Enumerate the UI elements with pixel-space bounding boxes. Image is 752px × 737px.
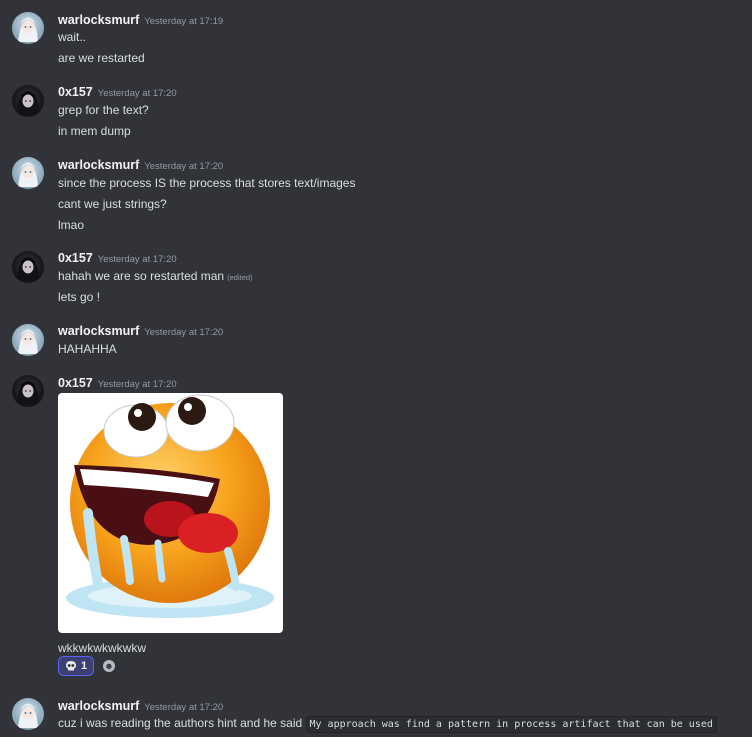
avatar-image (18, 329, 38, 354)
message-header: warlocksmurf Yesterday at 17:20 (58, 699, 223, 713)
image-attachment[interactable] (58, 393, 283, 633)
avatar[interactable] (12, 12, 44, 44)
author-name[interactable]: 0x157 (58, 85, 93, 99)
message-text: wkkwkwkwkwkw (58, 641, 146, 655)
author-name[interactable]: 0x157 (58, 376, 93, 390)
message-text: in mem dump (58, 124, 131, 138)
timestamp: Yesterday at 17:20 (97, 254, 177, 265)
author-name[interactable]: warlocksmurf (58, 324, 139, 338)
avatar-image (18, 703, 38, 728)
message-text-content: hahah we are so restarted man (58, 269, 225, 283)
message-text: since the process IS the process that st… (58, 176, 356, 190)
timestamp: Yesterday at 17:20 (144, 327, 224, 338)
edited-label: (edited) (227, 273, 253, 282)
timestamp: Yesterday at 17:19 (144, 16, 224, 27)
avatar-image (18, 162, 38, 187)
avatar-image (18, 17, 38, 42)
message-text: grep for the text? (58, 103, 149, 117)
message-text: cuz i was reading the authors hint and h… (58, 716, 717, 733)
skull-icon (65, 661, 76, 671)
message-header: 0x157 Yesterday at 17:20 (58, 85, 177, 99)
reaction-count: 1 (80, 660, 88, 672)
avatar[interactable] (12, 157, 44, 189)
timestamp: Yesterday at 17:20 (144, 161, 224, 172)
author-name[interactable]: 0x157 (58, 251, 93, 265)
message-text: lmao (58, 218, 85, 232)
avatar-image (17, 381, 39, 405)
message-text: hahah we are so restarted man (edited) (58, 269, 253, 283)
reaction-button[interactable]: 1 (58, 656, 94, 676)
avatar-image (17, 91, 39, 115)
avatar[interactable] (12, 85, 44, 117)
author-name[interactable]: warlocksmurf (58, 13, 139, 27)
message-text: wait.. (58, 30, 87, 44)
message-header: warlocksmurf Yesterday at 17:20 (58, 158, 223, 172)
melting-laughing-emoji-gif (66, 394, 274, 618)
inline-code: My approach was find a pattern in proces… (305, 716, 717, 733)
avatar-image (17, 257, 39, 281)
add-reaction-icon[interactable]: ☻ (103, 660, 115, 672)
avatar[interactable] (12, 698, 44, 730)
author-name[interactable]: warlocksmurf (58, 158, 139, 172)
author-name[interactable]: warlocksmurf (58, 699, 139, 713)
message-text-content: cuz i was reading the authors hint and h… (58, 716, 303, 730)
avatar[interactable] (12, 324, 44, 356)
avatar[interactable] (12, 251, 44, 283)
message-header: 0x157 Yesterday at 17:20 (58, 376, 177, 390)
message-text: lets go ! (58, 290, 101, 304)
timestamp: Yesterday at 17:20 (144, 702, 224, 713)
message-header: 0x157 Yesterday at 17:20 (58, 251, 177, 265)
avatar[interactable] (12, 375, 44, 407)
message-header: warlocksmurf Yesterday at 17:20 (58, 324, 223, 338)
message-text: HAHAHHA (58, 342, 117, 356)
message-text: cant we just strings? (58, 197, 167, 211)
message-text: are we restarted (58, 51, 145, 65)
timestamp: Yesterday at 17:20 (97, 88, 177, 99)
message-header: warlocksmurf Yesterday at 17:19 (58, 13, 223, 27)
timestamp: Yesterday at 17:20 (97, 379, 177, 390)
